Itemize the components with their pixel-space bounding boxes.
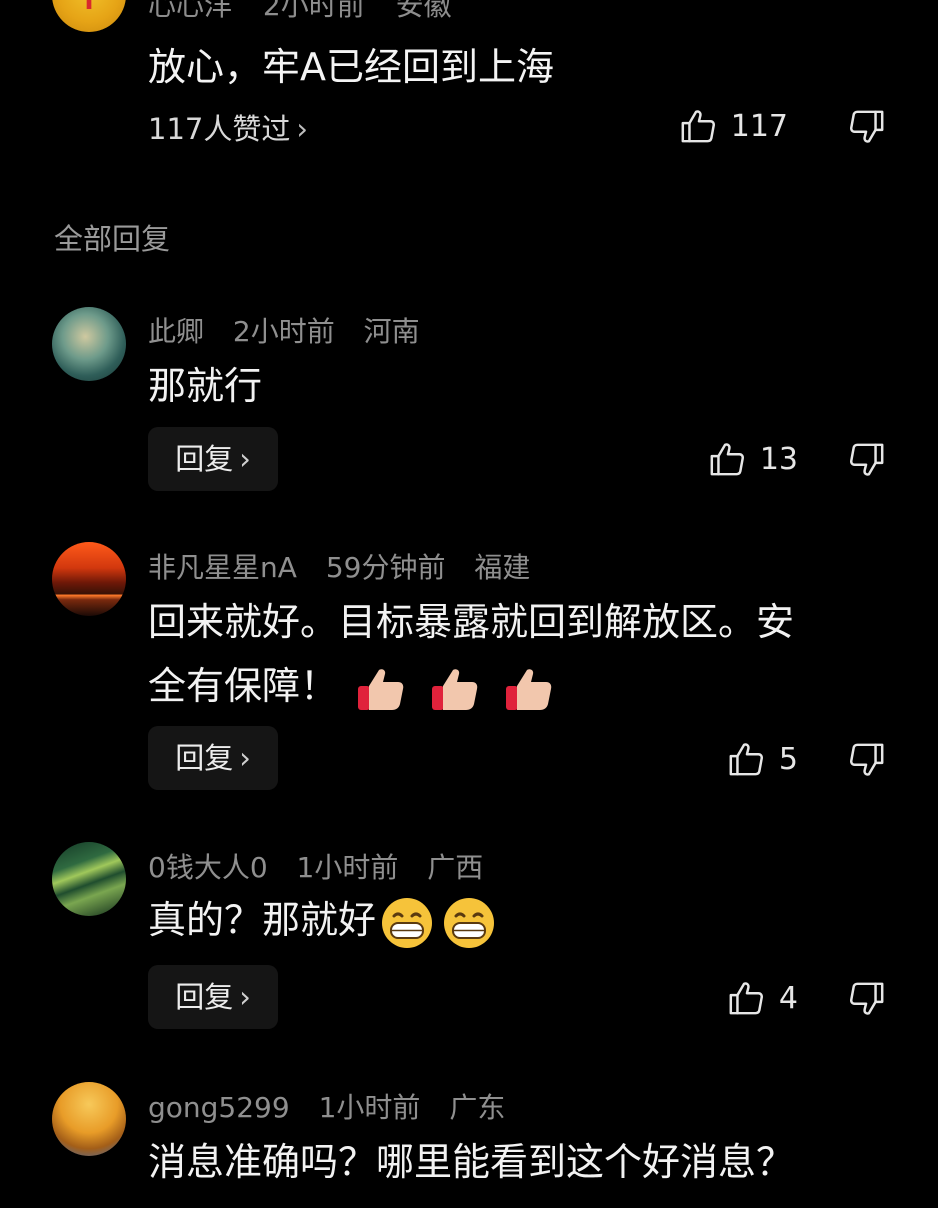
timestamp: 2小时前 — [232, 315, 335, 348]
comment-meta: gong5299 1小时前 广东 — [148, 1086, 525, 1126]
dislike-button[interactable] — [848, 108, 886, 146]
thumbs-up-outline-icon — [681, 110, 715, 143]
grinning-face-emoji-icon — [382, 897, 433, 948]
comment-replies-page: + 心心洋 2小时前 安徽 放心，牢A已经回到上海 117人赞过› 117 全部… — [0, 0, 938, 1208]
location: 广东 — [449, 1091, 506, 1124]
thumbs-down-outline-icon — [850, 743, 884, 776]
reply-label: 回复 — [175, 980, 234, 1014]
like-count: 4 — [778, 980, 798, 1016]
chevron-right-icon: › — [239, 741, 251, 775]
reply-label: 回复 — [175, 741, 234, 775]
chevron-right-icon: › — [239, 442, 251, 476]
like-button[interactable]: 5 — [727, 739, 798, 779]
reply-button[interactable]: 回复 › — [148, 427, 278, 491]
location: 河南 — [363, 315, 420, 348]
location: 安徽 — [395, 0, 452, 22]
liked-by-link[interactable]: 117人赞过 › — [148, 106, 308, 148]
location: 福建 — [474, 551, 531, 584]
reply-button[interactable]: 回复 › — [148, 726, 278, 790]
reply-button[interactable]: 回复 › — [148, 965, 278, 1029]
thumbs-up-outline-icon — [729, 743, 763, 776]
username[interactable]: gong5299 — [148, 1091, 290, 1124]
avatar[interactable] — [52, 1082, 126, 1156]
timestamp: 2小时前 — [262, 0, 365, 22]
like-count: 13 — [759, 441, 798, 477]
like-button[interactable]: 13 — [708, 439, 798, 479]
like-count: 5 — [778, 741, 798, 777]
like-count: 117 — [730, 108, 788, 144]
thumbs-up-emoji-icon — [506, 668, 552, 710]
comment-meta: 0钱大人0 1小时前 广西 — [148, 846, 503, 886]
like-button[interactable]: 117 — [679, 106, 788, 146]
username[interactable]: 0钱大人0 — [148, 851, 268, 884]
thumbs-up-emoji-icon — [432, 668, 478, 710]
avatar[interactable] — [52, 842, 126, 916]
thumbs-up-outline-icon — [710, 443, 744, 476]
comment-text: 真的？那就好 — [148, 888, 888, 952]
avatar-logo-icon: + — [72, 0, 106, 26]
comment-text: 消息准确吗？哪里能看到这个好消息？ — [148, 1140, 795, 1184]
section-title: 全部回复 — [54, 222, 171, 256]
chevron-right-icon: › — [239, 980, 251, 1014]
comment-text-line: 回来就好。目标暴露就回到解放区。安 — [148, 600, 795, 644]
timestamp: 1小时前 — [296, 851, 399, 884]
thumbs-up-outline-icon — [729, 982, 763, 1015]
comment-meta: 心心洋 2小时前 安徽 — [148, 0, 474, 24]
thumbs-down-outline-icon — [850, 110, 884, 143]
username[interactable]: 心心洋 — [148, 0, 232, 22]
username[interactable]: 此卿 — [148, 315, 204, 348]
avatar[interactable]: + — [52, 0, 126, 32]
avatar[interactable] — [52, 307, 126, 381]
thumbs-up-emoji-icon — [358, 668, 404, 710]
location: 广西 — [427, 851, 484, 884]
username[interactable]: 非凡星星nA — [148, 551, 297, 584]
comment-text: 回来就好。目标暴露就回到解放区。安 全有保障！ — [148, 590, 888, 718]
timestamp: 59分钟前 — [325, 551, 446, 584]
liked-by-label: 117人赞过 — [148, 112, 291, 146]
thumbs-down-outline-icon — [850, 443, 884, 476]
dislike-button[interactable] — [848, 741, 886, 779]
comment-meta: 此卿 2小时前 河南 — [148, 310, 440, 350]
comment-text-part: 真的？那就好 — [148, 898, 377, 942]
avatar[interactable] — [52, 542, 126, 616]
dislike-button[interactable] — [848, 441, 886, 479]
like-button[interactable]: 4 — [727, 978, 798, 1018]
comment-meta: 非凡星星nA 59分钟前 福建 — [148, 546, 550, 586]
grinning-face-emoji-icon — [444, 897, 495, 948]
chevron-right-icon: › — [296, 112, 308, 146]
comment-text: 那就行 — [148, 364, 263, 408]
thumbs-down-outline-icon — [850, 982, 884, 1015]
timestamp: 1小时前 — [318, 1091, 421, 1124]
comment-text-line: 全有保障！ — [148, 654, 888, 718]
reply-label: 回复 — [175, 442, 234, 476]
comment-text: 放心，牢A已经回到上海 — [148, 45, 554, 89]
dislike-button[interactable] — [848, 980, 886, 1018]
comment-text-part: 全有保障！ — [148, 664, 339, 708]
